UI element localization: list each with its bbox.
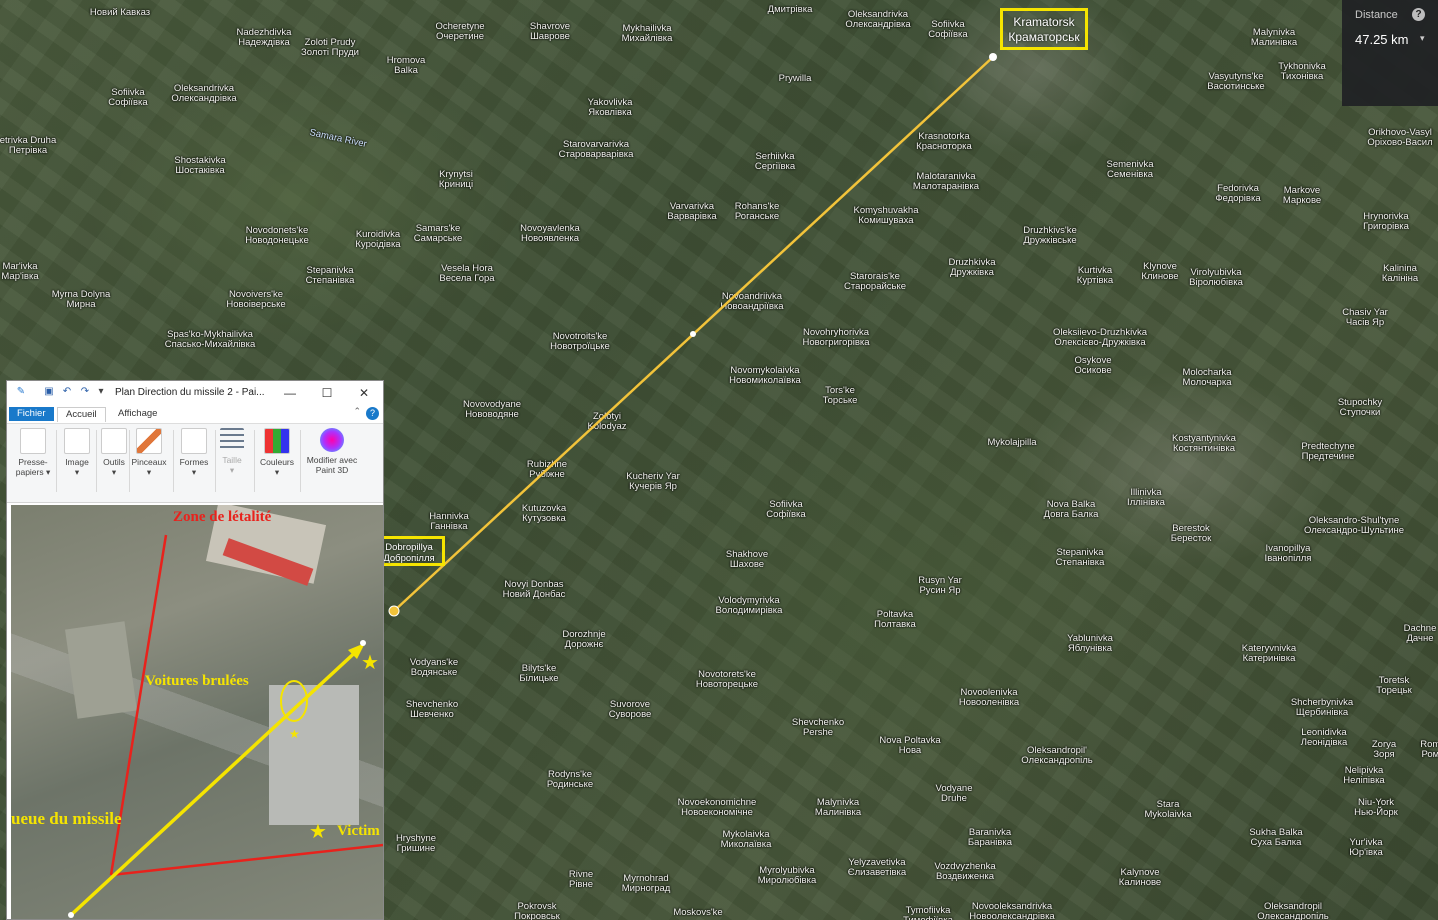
kramatorsk-highlight: Kramatorsk Краматорськ xyxy=(1000,8,1088,50)
maximize-button[interactable]: ☐ xyxy=(314,384,340,402)
quick-access-dropdown-icon[interactable]: ▾ xyxy=(95,386,107,398)
window-title: Plan Direction du missile 2 - Pai... xyxy=(115,387,265,398)
kramatorsk-label-cyr: Краматорськ xyxy=(1008,30,1080,44)
victim-star-icon: ★ xyxy=(289,727,300,741)
undo-icon[interactable]: ↶ xyxy=(61,386,73,398)
pinceaux-button[interactable]: Pinceaux ▾ xyxy=(129,428,169,477)
tab-accueil[interactable]: Accueil xyxy=(57,407,106,422)
help-icon[interactable]: ? xyxy=(1412,8,1425,21)
distance-label: Distance xyxy=(1355,9,1398,21)
tab-affichage[interactable]: Affichage xyxy=(110,407,165,421)
route-mid-point[interactable] xyxy=(690,331,696,337)
image-select-icon xyxy=(64,428,90,454)
paint3d-icon xyxy=(320,428,344,452)
brush-icon xyxy=(136,428,162,454)
ribbon-divider xyxy=(173,430,174,492)
close-button[interactable]: ✕ xyxy=(351,384,377,402)
shapes-icon xyxy=(181,428,207,454)
presse-papiers-button[interactable]: Presse- papiers ▾ xyxy=(13,428,53,477)
paint-app-icon: ✎ xyxy=(16,386,26,397)
tab-fichier[interactable]: Fichier xyxy=(9,407,54,421)
building-roof xyxy=(65,621,137,719)
colors-icon xyxy=(264,428,290,454)
dobropillya-label-cyr: Добропілля xyxy=(383,553,435,564)
route-start-point[interactable] xyxy=(388,605,400,617)
outils-button[interactable]: Outils ▾ xyxy=(96,428,132,477)
distance-value: 47.25 km xyxy=(1355,32,1409,47)
ribbon: Presse- papiers ▾ Image ▾ Outils ▾ Pince… xyxy=(7,424,383,503)
paint-window[interactable]: ✎ ▣ ↶ ↷ ▾ Plan Direction du missile 2 - … xyxy=(6,380,384,920)
image-button[interactable]: Image ▾ xyxy=(59,428,95,477)
distance-panel: Distance ? 47.25 km ▾ xyxy=(1342,0,1438,106)
tools-icon xyxy=(101,428,127,454)
minimize-button[interactable]: — xyxy=(277,384,303,402)
lethality-zone-line xyxy=(110,843,383,877)
couleurs-button[interactable]: Couleurs ▾ xyxy=(257,428,297,477)
zone-letalite-label: Zone de létalité xyxy=(173,509,272,525)
paint-canvas[interactable]: Zone de létalité Voitures brulées ueue d… xyxy=(11,505,383,919)
taille-button[interactable]: Taille ▾ xyxy=(215,428,249,475)
paint-titlebar[interactable]: ✎ ▣ ↶ ↷ ▾ Plan Direction du missile 2 - … xyxy=(7,381,383,405)
trajectory-start-point xyxy=(68,912,74,918)
formes-button[interactable]: Formes ▾ xyxy=(176,428,212,477)
redo-icon[interactable]: ↷ xyxy=(79,386,91,398)
modifier-paint3d-button[interactable]: Modifier avec Paint 3D xyxy=(301,428,363,475)
building-roof xyxy=(269,685,359,825)
annotation-layer xyxy=(65,505,383,918)
clipboard-icon xyxy=(20,428,46,454)
ribbon-divider xyxy=(56,430,57,492)
save-icon[interactable]: ▣ xyxy=(43,386,55,398)
dobropillya-label: Dobropillya xyxy=(385,542,433,553)
collapse-ribbon-icon[interactable]: ⌃ xyxy=(353,406,361,417)
trajectory-end-point xyxy=(360,640,366,646)
kramatorsk-label: Kramatorsk xyxy=(1013,15,1075,29)
ribbon-divider xyxy=(254,430,255,492)
route-end-point[interactable] xyxy=(989,53,997,61)
victim-star-icon: ★ xyxy=(361,652,379,674)
paint-help-icon[interactable]: ? xyxy=(366,407,379,420)
voitures-brulees-label: Voitures brulées xyxy=(145,673,249,689)
size-icon xyxy=(220,428,244,452)
victimes-label: Victim xyxy=(337,823,380,839)
ribbon-tabs: Fichier Accueil Affichage ⌃ ? xyxy=(7,405,383,424)
queue-missile-label: ueue du missile xyxy=(11,809,122,828)
unit-dropdown-icon[interactable]: ▾ xyxy=(1420,33,1425,44)
victim-star-icon: ★ xyxy=(309,821,327,843)
